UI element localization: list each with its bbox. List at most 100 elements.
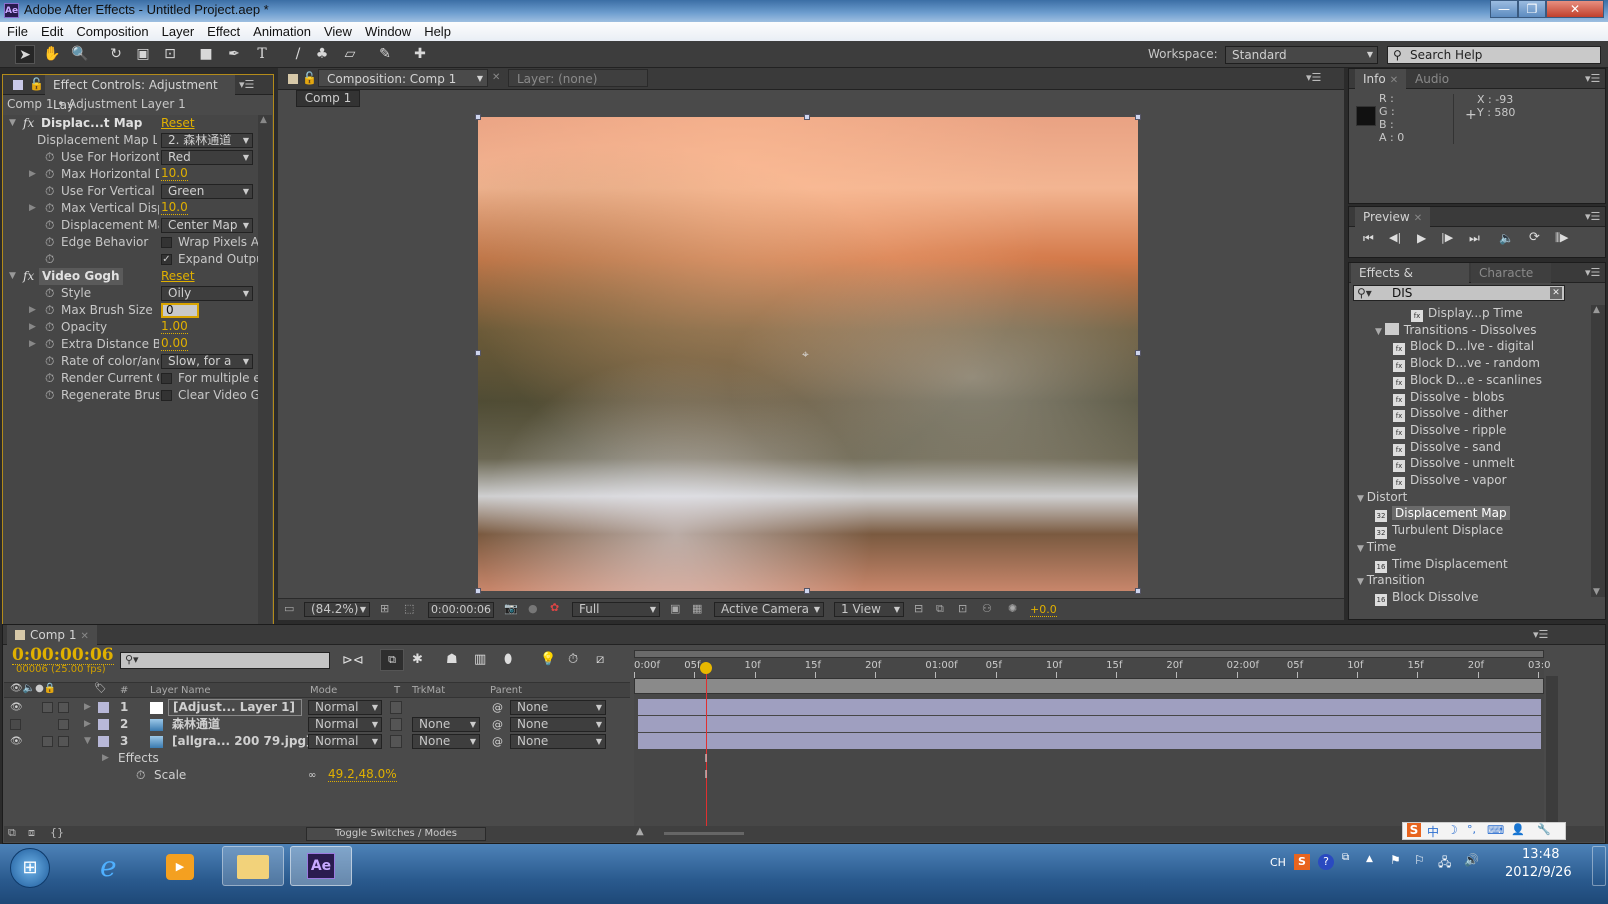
start-button[interactable]: ⊞: [10, 848, 50, 888]
effect-item[interactable]: fx Dissolve - sand: [1393, 439, 1501, 456]
auto-keyframe-icon[interactable]: ⏱: [568, 652, 578, 667]
twirl-expanded-icon[interactable]: ▼: [1375, 327, 1385, 337]
frame-blending-icon[interactable]: ▥: [474, 652, 486, 667]
timeline-current-time[interactable]: 0:00:00:06: [12, 646, 114, 665]
solo-switch[interactable]: [42, 736, 53, 747]
effect-item[interactable]: fx Dissolve - unmelt: [1393, 455, 1515, 473]
stopwatch-icon[interactable]: ⏱: [45, 302, 54, 319]
effects-category[interactable]: ▼ Transitions - Dissolves: [1375, 322, 1537, 339]
max-horizontal-displacement-value[interactable]: 10.0: [161, 166, 188, 181]
layer-duration-bar[interactable]: [638, 716, 1541, 732]
loop-button[interactable]: ⟳: [1529, 230, 1540, 245]
time-navigator[interactable]: [634, 650, 1544, 658]
displacement-map-behavior-dropdown[interactable]: Center Map: [161, 218, 253, 233]
transform-handle[interactable]: [1135, 588, 1141, 594]
twirl-collapsed-icon[interactable]: ▶: [29, 336, 36, 353]
timeline-zoom-slider[interactable]: [664, 832, 744, 835]
effect-item[interactable]: fx Block D...e - scanlines: [1393, 372, 1542, 389]
label-color-swatch[interactable]: [98, 702, 109, 713]
menu-layer[interactable]: Layer: [155, 22, 201, 41]
wrap-pixels-checkbox[interactable]: [161, 237, 172, 248]
close-tab-icon[interactable]: ✕: [1414, 213, 1422, 224]
close-tab-icon[interactable]: ✕: [1390, 75, 1398, 86]
comp-mini-flowchart-icon[interactable]: ⊳⊲: [342, 653, 364, 668]
horizontal-channel-dropdown[interactable]: Red: [161, 150, 253, 165]
menu-animation[interactable]: Animation: [246, 22, 317, 41]
hand-tool-icon[interactable]: ✋: [42, 45, 62, 64]
volume-icon[interactable]: 🔊: [1464, 853, 1479, 867]
show-hidden-icons[interactable]: ▲: [1366, 854, 1373, 864]
constrain-proportions-icon[interactable]: ∞: [308, 767, 316, 784]
effects-category[interactable]: ▼ Time: [1357, 539, 1396, 556]
ram-preview-button[interactable]: ⫼▶: [1555, 231, 1569, 245]
effects-category[interactable]: ▼ Transition: [1357, 572, 1425, 589]
tab-composition[interactable]: Composition: Comp 1 ▼: [318, 69, 488, 87]
minimize-button[interactable]: —: [1490, 0, 1518, 18]
stopwatch-icon[interactable]: ⏱: [45, 217, 54, 234]
fx-icon[interactable]: fx: [23, 268, 34, 285]
transparency-grid-icon[interactable]: ▦: [692, 602, 702, 615]
stopwatch-icon[interactable]: ⏱: [45, 319, 54, 336]
twirl-expanded-icon[interactable]: ▼: [1357, 544, 1367, 554]
camera-tool-icon[interactable]: ▣: [133, 45, 153, 64]
tab-comp-1[interactable]: Comp 1 ✕: [7, 625, 97, 645]
menu-window[interactable]: Window: [358, 22, 417, 41]
layer-duration-bar[interactable]: [638, 733, 1541, 749]
reset-exposure-icon[interactable]: ✺: [1008, 602, 1017, 615]
motion-blur-icon[interactable]: ⬮: [504, 652, 512, 667]
timeline-scrollbar[interactable]: [1546, 676, 1558, 826]
effect-item[interactable]: fx Dissolve - dither: [1393, 405, 1508, 423]
parent-dropdown[interactable]: None: [510, 700, 606, 715]
live-update-icon[interactable]: ⧉: [380, 649, 404, 671]
effect-controls-scrollbar[interactable]: ▲ ▼: [258, 115, 272, 633]
panel-menu-icon[interactable]: ▾☰: [239, 78, 254, 91]
expand-in-out-icon[interactable]: {}: [50, 826, 64, 839]
max-brush-size-input[interactable]: 0: [161, 303, 199, 318]
close-tab-icon[interactable]: ✕: [492, 72, 500, 83]
effect-item[interactable]: fx Block D...ve - random: [1393, 355, 1540, 373]
help-tray-icon[interactable]: ?: [1318, 854, 1334, 870]
track-matte-dropdown[interactable]: None: [412, 717, 480, 732]
expand-output-checkbox[interactable]: ✓: [161, 254, 172, 265]
stopwatch-icon[interactable]: ⏱: [45, 166, 54, 183]
menu-view[interactable]: View: [317, 22, 358, 41]
show-desktop-button[interactable]: [1592, 846, 1606, 886]
show-snapshot-icon[interactable]: ●: [528, 602, 538, 615]
soft-keyboard-icon[interactable]: ⌨: [1487, 823, 1504, 837]
composition-viewer-image[interactable]: ⌖: [478, 117, 1138, 591]
style-dropdown[interactable]: Oily: [161, 286, 253, 301]
effect-item[interactable]: fx Dissolve - ripple: [1393, 422, 1506, 439]
fx-icon[interactable]: fx: [23, 115, 34, 132]
lock-switch[interactable]: [58, 736, 69, 747]
parent-pickwhip-icon[interactable]: @: [492, 716, 503, 733]
transform-handle[interactable]: [475, 350, 481, 356]
blend-mode-dropdown[interactable]: Normal: [308, 734, 382, 749]
chevron-down-icon[interactable]: ▼: [477, 70, 483, 88]
region-of-interest-icon[interactable]: ▣: [670, 602, 680, 615]
puppet-pin-tool-icon[interactable]: ✚: [410, 45, 430, 64]
layer-name[interactable]: [Adjust... Layer 1]: [168, 699, 302, 716]
stopwatch-icon[interactable]: ⏱: [45, 353, 54, 370]
layer-row[interactable]: 👁 ▼ 3 [allgra... 200 79.jpg] Normal None…: [4, 733, 630, 750]
brush-tool-icon[interactable]: /: [288, 45, 308, 64]
tab-info[interactable]: Info ✕: [1355, 69, 1407, 89]
effects-search-input[interactable]: ⚲▾ DIS ✕: [1353, 285, 1565, 301]
type-tool-icon[interactable]: T: [252, 45, 272, 64]
twirl-collapsed-icon[interactable]: ▶: [84, 699, 91, 716]
regenerate-brush-checkbox[interactable]: [161, 390, 172, 401]
label-color-swatch[interactable]: [98, 719, 109, 730]
always-preview-icon[interactable]: ▭: [284, 602, 294, 615]
stopwatch-icon[interactable]: ⏱: [45, 285, 54, 302]
first-frame-button[interactable]: ⏮: [1363, 231, 1374, 246]
half-width-icon[interactable]: ☽: [1447, 823, 1458, 837]
preserve-transparency-switch[interactable]: [390, 701, 402, 714]
language-indicator[interactable]: CH: [1270, 856, 1286, 869]
settings-wrench-icon[interactable]: 🔧: [1537, 823, 1551, 836]
panel-menu-icon[interactable]: ▾☰: [1533, 628, 1548, 641]
roto-brush-tool-icon[interactable]: ✎: [375, 45, 395, 64]
stopwatch-icon[interactable]: ⏱: [45, 251, 54, 268]
menu-composition[interactable]: Composition: [69, 22, 154, 41]
effect-item[interactable]: fx Dissolve - vapor: [1393, 472, 1507, 489]
effect-item[interactable]: 16 Time Displacement: [1375, 556, 1508, 573]
user-icon[interactable]: 👤: [1511, 823, 1525, 836]
